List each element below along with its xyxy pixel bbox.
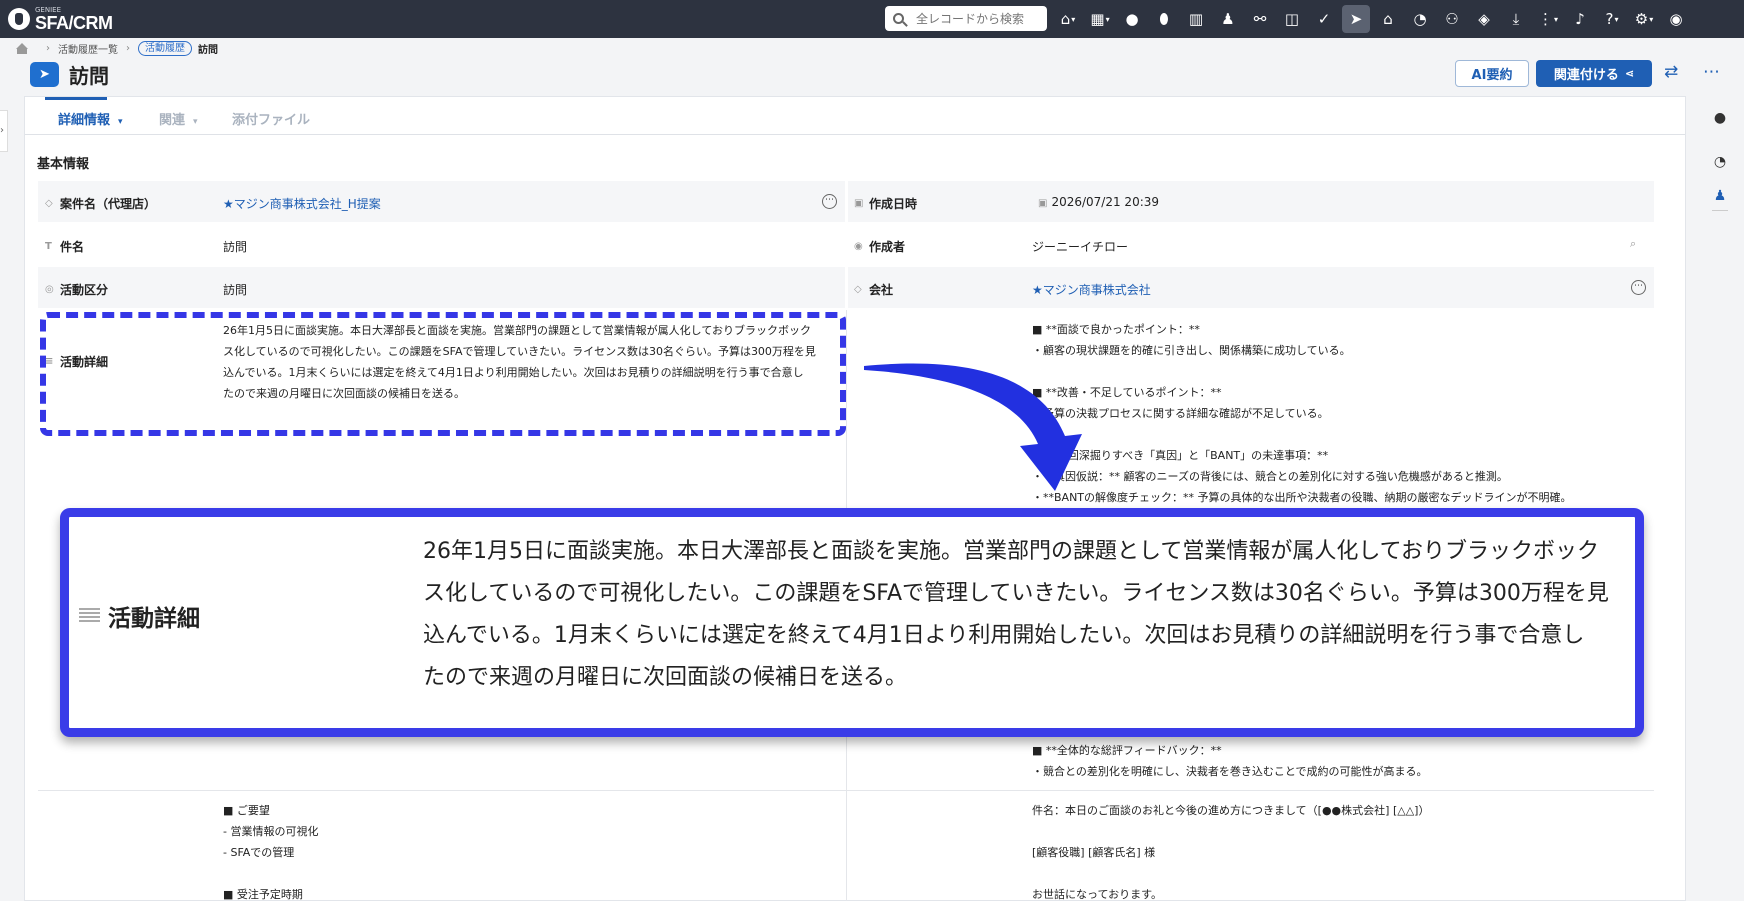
check-circle-icon: ◎ [45,284,54,295]
field-label-activity-type: 活動区分 [60,283,109,297]
chat-icon[interactable]: ● [1118,5,1146,33]
field-label-creator: 作成者 [869,240,906,254]
more-horizontal-icon[interactable]: ⋯ [1703,62,1721,82]
field-row-activity-type: ◎ 活動区分 訪問 [38,267,845,308]
global-search[interactable] [885,6,1047,31]
search-icon [893,13,904,24]
group-icon[interactable]: ⚇ [1438,5,1466,33]
chevron-down-icon: ▾ [193,117,198,127]
ai-feedback-text: ■ **面談で良かったポイント：** ・顧客の現状課題を的確に引き出し、関係構築… [1032,323,1572,504]
avatar[interactable]: ◉ [1662,5,1690,33]
field-row-company: ◇ 会社 ★マジン商事株式会社 ⋯ [848,267,1654,308]
calendar-icon: ▣ [854,198,864,209]
ai-summary-button[interactable]: AI要約 [1455,60,1529,87]
mouse-icon[interactable]: ⬮ [1150,5,1178,33]
user-icon: ◉ [854,241,863,252]
active-tab-indicator [45,97,107,100]
comment-icon[interactable]: ● [1708,106,1732,130]
field-value-deal[interactable]: ★マジン商事株式会社_H提案 [223,195,381,212]
help-icon[interactable]: ? ▾ [1598,5,1626,33]
tab-details[interactable]: 詳細情報 ▾ [58,109,123,128]
right-rail: ● ◔ ♟ [1696,96,1744,901]
field-value-created-at: 2026/07/21 20:39 [1051,195,1160,209]
more-horizontal-icon[interactable]: ⋯ [822,194,837,209]
calendar-icon: ▣ [1038,198,1048,209]
zoomed-detail-callout: 活動詳細 26年1月5日に面談実施。本日大澤部長と面談を実施。営業部門の課題とし… [60,508,1644,737]
field-row-subject: T 件名 訪問 [38,224,845,265]
gear-icon[interactable]: ⚙ ▾ [1630,5,1658,33]
mail-draft-block: 件名：本日のご面談のお礼と今後の進め方につきまして（[●●株式会社] [△△]）… [1032,804,1430,901]
chevron-right-icon: › [126,43,130,54]
app-logo[interactable]: GENIEE SFA/CRM [8,6,113,33]
grid-icon[interactable]: ▦ ▾ [1086,5,1114,33]
field-label-deal: 案件名（代理店） [60,197,157,211]
search-icon[interactable]: ⌕ [1630,237,1636,251]
search-input[interactable] [916,11,1036,26]
breadcrumb: › 活動履歴一覧 › 活動履歴 訪問 [16,41,218,56]
field-label-company: 会社 [869,283,894,297]
field-value-company[interactable]: ★マジン商事株式会社 [1032,281,1151,298]
bell-icon[interactable]: ♪ [1566,5,1594,33]
activity-icon[interactable]: ➤ [1342,5,1370,33]
highlight-dashed-frame [40,312,846,436]
link-button[interactable]: 関連付ける ⋖ [1536,60,1652,87]
page-header: ➤ 訪問 [30,60,109,89]
tab-bar: 詳細情報 ▾ 関連 ▾ 添付ファイル [25,97,1685,135]
callout-arrow-icon [864,363,1082,491]
handshake-icon[interactable]: ⚯ [1246,5,1274,33]
more-vert-icon[interactable]: ⋮ ▾ [1534,5,1562,33]
contact-icon[interactable]: ♟ [1708,184,1732,208]
cube-icon[interactable]: ◈ [1470,5,1498,33]
breadcrumb-pill[interactable]: 活動履歴 [138,41,192,56]
cube-icon: ◇ [45,198,53,209]
more-horizontal-icon[interactable]: ⋯ [1631,280,1646,295]
ai-feedback-overall: ■ **全体的な総評フィードバック：** ・競合との差別化を明確にし、決裁者を巻… [1032,744,1428,778]
check-icon[interactable]: ✓ [1310,5,1338,33]
tab-related[interactable]: 関連 ▾ [159,109,198,128]
page-title: 訪問 [69,64,109,88]
home-icon[interactable]: ⌂ ▾ [1054,5,1082,33]
text-icon: T [45,241,52,252]
download-icon[interactable]: ⤓ [1502,5,1530,33]
building-icon[interactable]: ▥ [1182,5,1210,33]
field-row-created-at: ▣ 作成日時 ▣ 2026/07/21 20:39 [848,181,1654,222]
chevron-right-icon: › [46,43,50,54]
box-icon[interactable]: ◫ [1278,5,1306,33]
field-value-activity-type: 訪問 [223,283,248,297]
top-nav-icons: ⌂ ▾ ▦ ▾ ● ⬮ ▥ ♟ ⚯ ◫ ✓ ➤ ⌂ ◔ ⚇ ◈ ⤓ ⋮ ▾ ♪ ? ▾ … [1054,5,1694,33]
field-label-subject: 件名 [60,240,85,254]
request-block: ■ ご要望 - 営業情報の可視化 - SFAでの管理 ■ 受注予定時期 [223,804,319,901]
field-row-creator: ◉ 作成者 ジーニーイチロー ⌕ [848,224,1654,265]
logo-icon [8,8,30,30]
top-bar: GENIEE SFA/CRM ⌂▾ ▦▾ ● ⬮ ▥ ♟ ⚯ ◫ ✓ ➤ ⌂ ◔… [0,0,1744,38]
section-title: 基本情報 [37,157,90,172]
chart-icon[interactable]: ◔ [1708,150,1732,174]
lines-icon [79,608,100,624]
link-button-label: 関連付ける [1553,68,1619,83]
share-icon: ⋖ [1624,67,1635,80]
brand-name: SFA/CRM [35,12,113,33]
sidebar-toggle[interactable]: › [0,110,8,152]
swap-icon[interactable]: ⇄ [1664,62,1678,82]
building-icon: ◇ [854,284,862,295]
field-label-created-at: 作成日時 [869,197,918,211]
rail-divider [1712,210,1728,211]
bank-icon[interactable]: ⌂ [1374,5,1402,33]
field-value-subject: 訪問 [223,240,248,254]
field-value-creator: ジーニーイチロー [1032,240,1129,254]
activity-icon: ➤ [30,62,59,87]
zoom-text: 26年1月5日に面談実施。本日大澤部長と面談を実施。営業部門の課題として営業情報… [423,539,1609,690]
chevron-down-icon: ▾ [118,117,123,127]
home-icon[interactable] [16,42,28,54]
field-row-deal: ◇ 案件名（代理店） ★マジン商事株式会社_H提案 ⋯ [38,181,845,222]
zoom-label: 活動詳細 [108,606,200,632]
tab-attachments[interactable]: 添付ファイル [232,109,310,128]
breadcrumb-current: 訪問 [198,45,218,56]
person-icon[interactable]: ♟ [1214,5,1242,33]
chart-icon[interactable]: ◔ [1406,5,1434,33]
breadcrumb-parent[interactable]: 活動履歴一覧 [58,41,118,56]
